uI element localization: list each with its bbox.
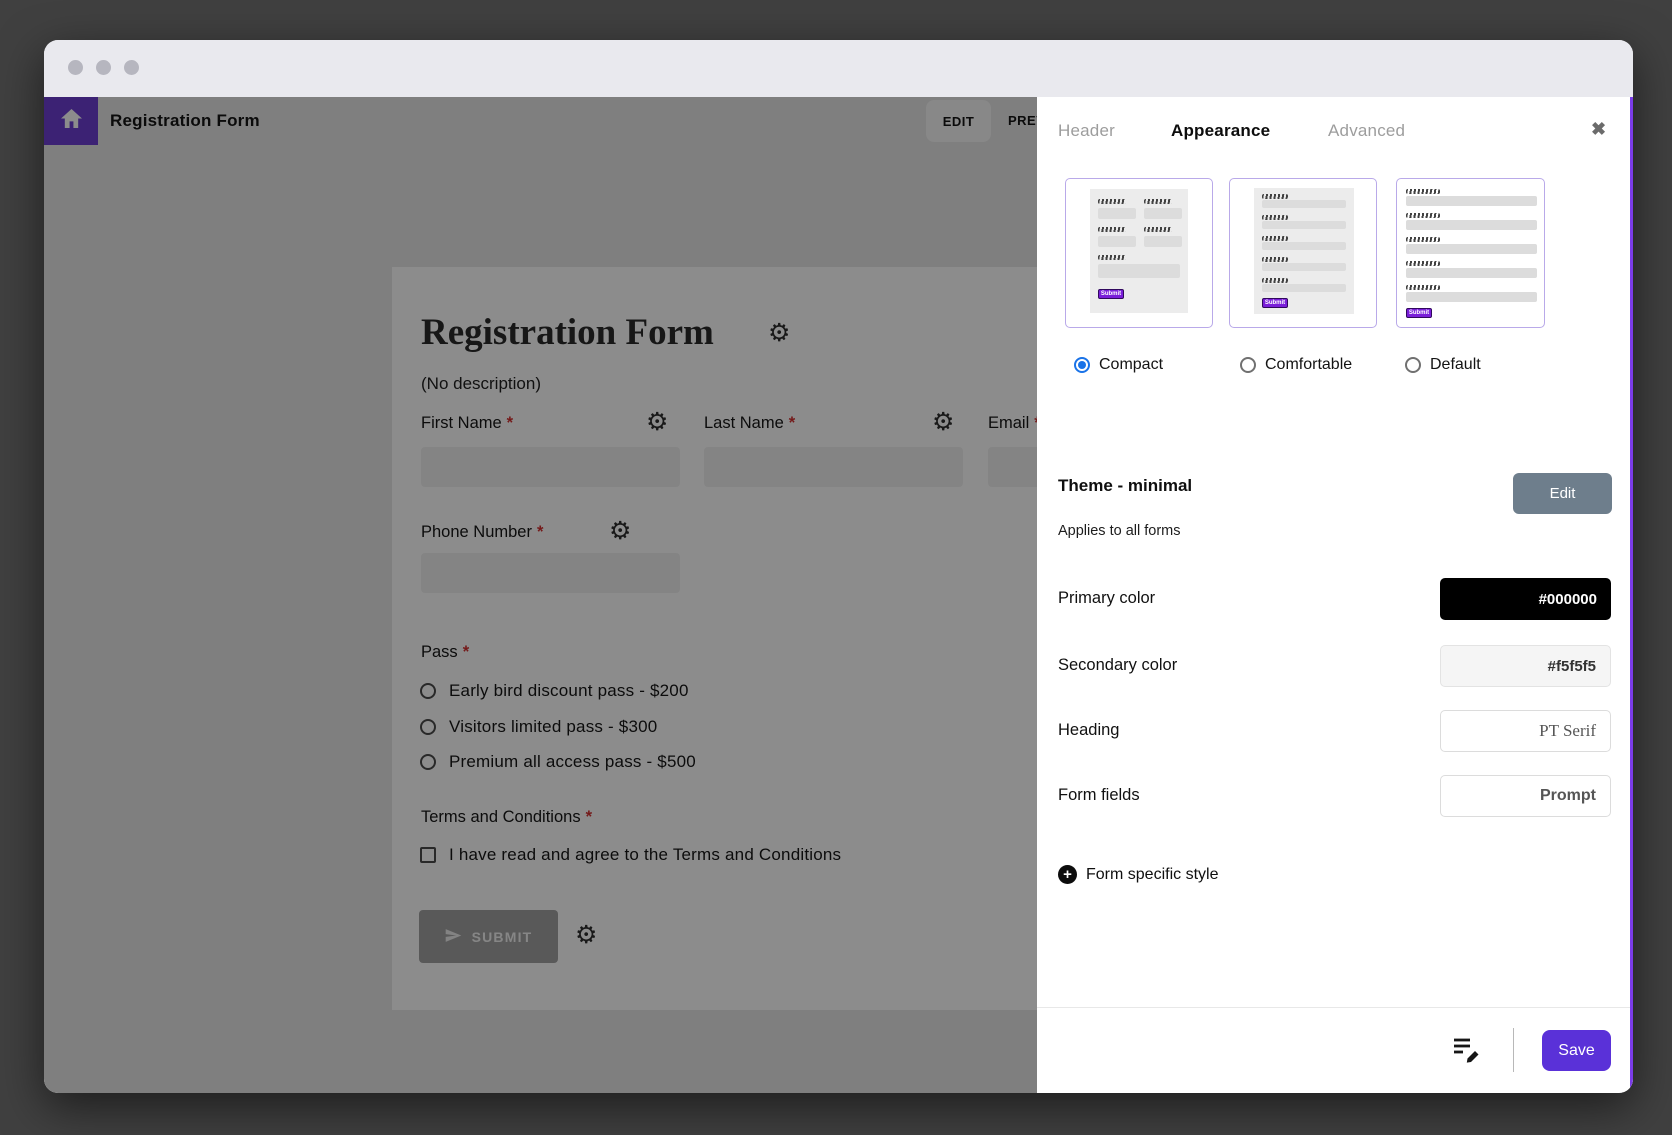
thumb-submit-chip: Submit [1406,308,1432,318]
radio-icon[interactable] [1074,357,1090,373]
theme-scope-note: Applies to all forms [1058,523,1181,539]
layout-option-comfortable[interactable]: Comfortable [1240,355,1352,375]
secondary-color-swatch[interactable]: #f5f5f5 [1440,645,1611,687]
primary-color-swatch[interactable]: #000000 [1440,578,1611,620]
browser-window: Registration Form EDIT PREVIEW Registrat… [44,40,1633,1093]
thumbnail-comfortable[interactable]: Submit [1229,178,1377,328]
footer-divider [1037,1007,1630,1008]
setting-label-secondary-color: Secondary color [1058,656,1177,675]
window-control-dot[interactable] [124,60,139,75]
theme-edit-button[interactable]: Edit [1513,473,1612,514]
thumb-preview: Submit [1254,188,1354,314]
setting-label-primary-color: Primary color [1058,589,1155,608]
list-edit-icon [1451,1051,1481,1066]
thumb-submit-chip: Submit [1098,289,1124,299]
heading-font-select[interactable]: PT Serif [1440,710,1611,752]
footer-separator [1513,1028,1514,1072]
appearance-panel: Header Appearance Advanced ✖ Submit [1037,97,1633,1093]
tab-advanced[interactable]: Advanced [1328,121,1405,141]
setting-label-form-fields: Form fields [1058,786,1140,805]
save-button[interactable]: Save [1542,1030,1611,1071]
thumbnail-default[interactable]: Submit [1396,178,1545,328]
layout-option-compact[interactable]: Compact [1074,355,1163,375]
setting-label-heading: Heading [1058,721,1119,740]
close-icon[interactable]: ✖ [1591,119,1606,140]
tab-appearance[interactable]: Appearance [1171,121,1270,141]
theme-title: Theme - minimal [1058,476,1192,496]
form-fields-font-select[interactable]: Prompt [1440,775,1611,817]
window-control-dot[interactable] [68,60,83,75]
form-specific-style-button[interactable]: Form specific style [1058,865,1218,884]
radio-icon[interactable] [1405,357,1421,373]
layout-option-default[interactable]: Default [1405,355,1481,375]
browser-titlebar [44,40,1633,97]
edit-css-button[interactable] [1451,1035,1481,1066]
thumbnail-compact[interactable]: Submit [1065,178,1213,328]
thumb-preview: Submit [1090,189,1188,313]
thumb-submit-chip: Submit [1262,298,1288,308]
tab-header[interactable]: Header [1058,121,1115,141]
plus-icon [1058,865,1077,884]
window-control-dot[interactable] [96,60,111,75]
radio-icon[interactable] [1240,357,1256,373]
